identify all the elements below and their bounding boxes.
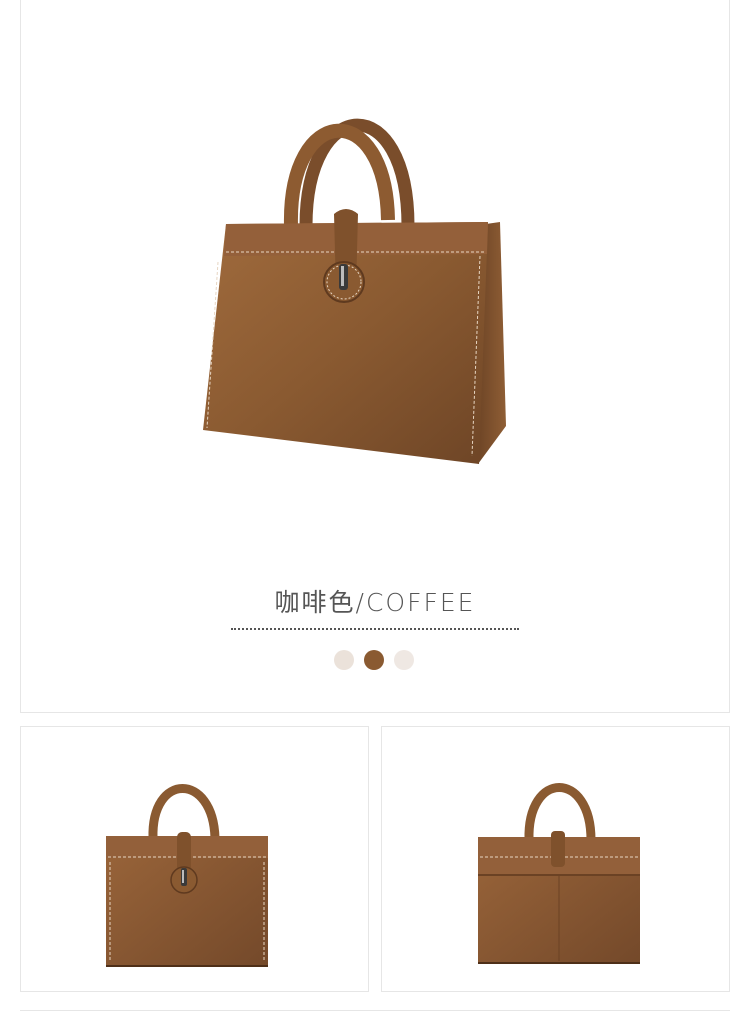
back-view-panel xyxy=(381,726,730,992)
handbag-front-view-image xyxy=(106,784,268,967)
bottom-divider xyxy=(20,1010,730,1011)
swatch-coffee[interactable] xyxy=(364,650,384,670)
swatch-light-beige[interactable] xyxy=(334,650,354,670)
front-view-panel xyxy=(20,726,369,992)
handbag-back-view-image xyxy=(478,783,640,964)
dotted-divider xyxy=(231,628,519,630)
handbag-three-quarter-image xyxy=(203,118,506,464)
main-product-panel: 咖啡色/COFFEE xyxy=(20,0,730,713)
color-name-label: 咖啡色/COFFEE xyxy=(274,588,476,617)
swatch-off-white[interactable] xyxy=(394,650,414,670)
color-swatch-group xyxy=(334,650,424,672)
